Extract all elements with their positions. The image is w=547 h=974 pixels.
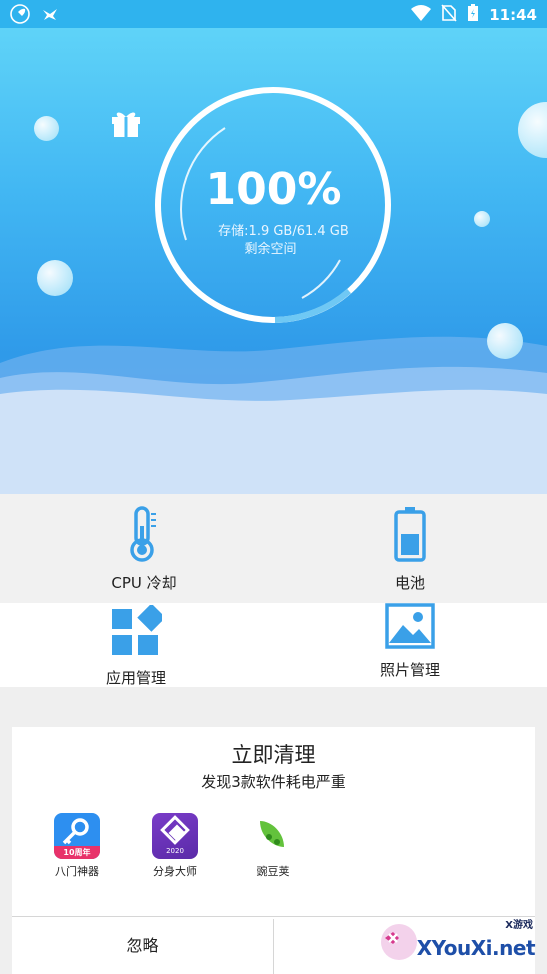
gamepad-logo-icon	[379, 922, 419, 966]
photo-icon	[360, 603, 460, 653]
tool-app-management[interactable]: 应用管理	[86, 603, 186, 688]
tool-label: CPU 冷却	[111, 574, 177, 592]
tools-row-top: CPU 冷却 电池	[0, 494, 547, 603]
app-name: 分身大师	[153, 865, 197, 878]
tool-label: 电池	[394, 574, 425, 592]
storage-hero: 100% 存储:1.9 GB/61.4 GB 剩余空间	[0, 28, 547, 494]
app-badge: 10周年	[63, 848, 91, 857]
app-badge: 2020	[166, 847, 184, 855]
battery-icon	[467, 4, 479, 26]
xyouxi-watermark: X游戏 XYouXi.net	[379, 916, 539, 964]
thermometer-icon	[94, 506, 194, 566]
watermark-text: XYouXi.net	[416, 936, 536, 960]
tool-cpu-cooling[interactable]: CPU 冷却	[94, 506, 194, 593]
status-bar-left	[10, 4, 60, 28]
storage-percent: 100%	[205, 164, 342, 215]
remaining-space-label: 剩余空间	[244, 242, 297, 257]
tools-row-bottom: 应用管理 照片管理	[0, 603, 547, 687]
battery-icon	[360, 506, 460, 566]
storage-ring	[155, 87, 391, 323]
app-name: 豌豆荚	[256, 865, 290, 878]
app-item[interactable]: 豌豆荚	[238, 813, 308, 879]
clean-now-card: 立即清理 发现3款软件耗电严重 10周年 八门神器 2020 分身大师 豌豆荚	[12, 727, 535, 917]
wifi-icon	[411, 4, 432, 26]
bamen-shenqi-icon: 10周年	[54, 813, 100, 859]
status-bar-right: 11:44	[411, 4, 537, 26]
wandoujia-icon	[250, 813, 296, 859]
status-time: 11:44	[489, 6, 537, 24]
rocket-icon	[10, 4, 30, 28]
tool-battery[interactable]: 电池	[360, 506, 460, 593]
watermark-small-text: X游戏	[505, 920, 533, 931]
clean-now-title[interactable]: 立即清理	[12, 739, 535, 769]
apps-grid-icon	[86, 603, 186, 661]
tool-label: 照片管理	[379, 661, 440, 679]
app-item[interactable]: 2020 分身大师	[140, 813, 210, 879]
clean-now-subtitle: 发现3款软件耗电严重	[201, 773, 346, 791]
storage-usage-text: 存储:1.9 GB/61.4 GB	[218, 224, 349, 239]
fenshen-dashi-icon: 2020	[152, 813, 198, 859]
tool-photo-management[interactable]: 照片管理	[360, 603, 460, 680]
tool-label: 应用管理	[105, 669, 166, 687]
ignore-button[interactable]: 忽略	[12, 917, 273, 974]
no-sim-icon	[441, 4, 457, 26]
app-name: 八门神器	[55, 865, 99, 878]
bird-icon	[40, 4, 60, 28]
app-item[interactable]: 10周年 八门神器	[42, 813, 112, 879]
status-bar: 11:44	[0, 0, 547, 28]
